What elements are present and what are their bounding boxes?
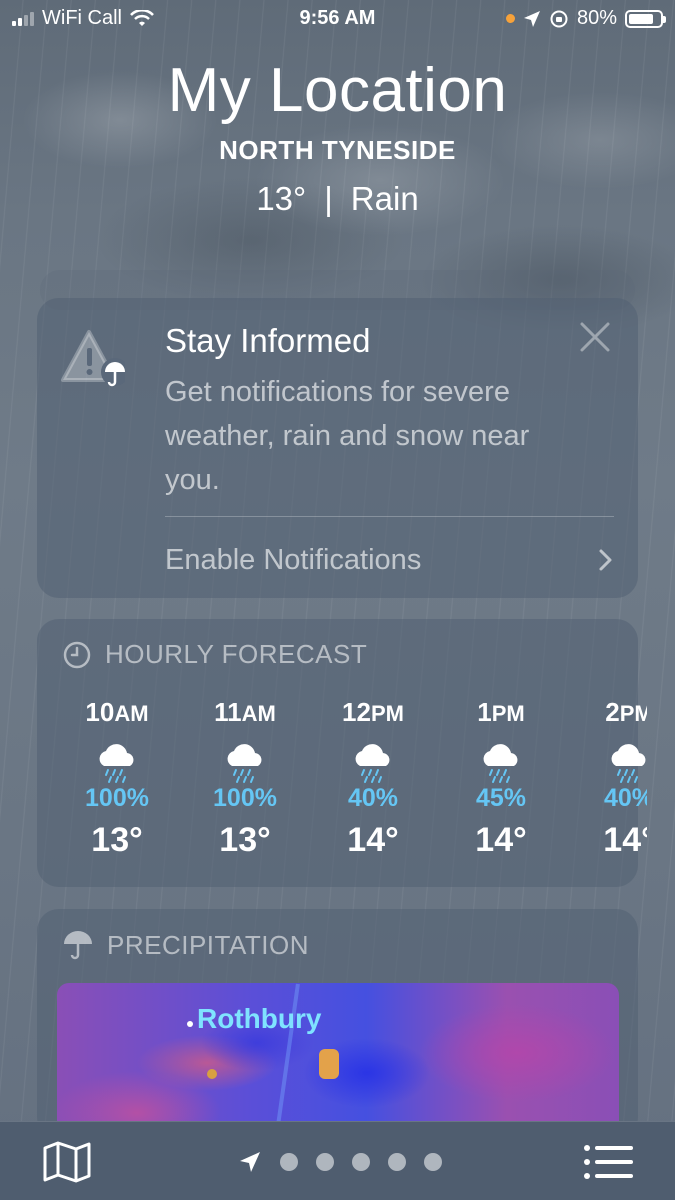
current-condition: Rain — [350, 180, 419, 217]
hour-time: 11AM — [185, 697, 305, 728]
page-dot[interactable] — [280, 1153, 298, 1171]
map-place-name: Rothbury — [197, 1003, 322, 1034]
hour-suffix: AM — [241, 701, 276, 726]
hourly-item: 10AM 100% 13° — [57, 697, 177, 860]
current-location-arrow-icon — [240, 1152, 260, 1172]
hourly-item: 1PM 45% 14° — [441, 697, 561, 860]
location-subtitle: NORTH TYNESIDE — [219, 135, 456, 165]
precipitation-map[interactable]: Rothbury — [57, 983, 619, 1139]
list-icon[interactable] — [583, 1142, 635, 1182]
hourly-forecast-title: HOURLY FORECAST — [105, 639, 368, 669]
battery-percent: 80% — [576, 7, 617, 29]
hour-time: 1PM — [441, 697, 561, 728]
warning-umbrella-icon — [61, 330, 125, 387]
hourly-forecast-header: HOURLY FORECAST — [63, 639, 367, 670]
hour-time: 12PM — [313, 697, 433, 728]
rain-cloud-icon — [611, 744, 646, 783]
status-right: 80% — [505, 7, 666, 30]
hour-temperature: 14° — [603, 821, 647, 859]
hour-number: 11 — [214, 697, 242, 727]
hour-time: 10AM — [57, 697, 177, 728]
hourly-item: 2PM 40% 14° — [569, 697, 647, 860]
clock-icon — [63, 641, 91, 668]
location-arrow-icon — [523, 10, 540, 27]
hour-temperature: 13° — [91, 821, 143, 859]
enable-notifications-button[interactable]: Enable Notifications — [165, 540, 614, 580]
hour-number: 2 — [605, 697, 620, 727]
hour-number: 12 — [342, 697, 371, 727]
hour-temperature: 13° — [219, 821, 271, 859]
status-bar: WiFi Call 9:56 AM 80% — [0, 0, 675, 40]
rain-chance: 40% — [347, 784, 399, 812]
current-separator: | — [324, 180, 333, 217]
bottom-toolbar — [0, 1121, 675, 1200]
umbrella-icon — [64, 931, 92, 960]
rain-cloud-icon — [355, 744, 390, 783]
rotation-lock-icon — [550, 10, 568, 27]
hourly-scroller[interactable]: 10AM 100% 13° 11AM 100% 13° 12PM 40% 14° 1PM 45% 14… — [57, 697, 647, 877]
current-conditions: 13° | Rain — [0, 180, 675, 218]
rain-chance: 100% — [213, 784, 277, 812]
stay-informed-title: Stay Informed — [165, 322, 371, 359]
precipitation-header: PRECIPITATION — [63, 929, 309, 961]
mic-indicator-icon — [505, 14, 515, 23]
hour-time: 2PM — [569, 697, 647, 728]
precipitation-card: PRECIPITATION Rothbury — [37, 909, 638, 1139]
hour-suffix: PM — [619, 701, 647, 726]
rain-cloud-icon — [99, 744, 134, 783]
map-icon[interactable] — [42, 1140, 92, 1184]
stay-informed-body: Get notifications for severe weather, ra… — [165, 376, 530, 496]
hour-temperature: 14° — [347, 821, 399, 859]
rain-cloud-icon — [227, 744, 262, 783]
hour-suffix: PM — [491, 701, 525, 726]
close-icon[interactable] — [578, 320, 612, 354]
hour-number: 1 — [477, 697, 492, 727]
heavy-rain-cell — [319, 1049, 339, 1079]
page-dot[interactable] — [352, 1153, 370, 1171]
divider — [165, 516, 614, 517]
precipitation-title: PRECIPITATION — [107, 929, 309, 960]
page-dot[interactable] — [388, 1153, 406, 1171]
hour-temperature: 14° — [475, 821, 527, 859]
rain-cloud-icon — [483, 744, 518, 783]
battery-icon — [625, 9, 666, 28]
hour-number: 10 — [85, 697, 115, 727]
location-title: My Location — [167, 56, 508, 125]
hour-suffix: PM — [370, 701, 404, 726]
weather-header: My Location NORTH TYNESIDE 13° | Rain — [0, 55, 675, 218]
place-dot — [187, 1021, 193, 1027]
stay-informed-card: Stay Informed Get notifications for seve… — [37, 298, 638, 598]
page-dot[interactable] — [316, 1153, 334, 1171]
rain-chance: 100% — [85, 784, 149, 812]
enable-notifications-label: Enable Notifications — [165, 543, 422, 576]
hourly-item: 11AM 100% 13° — [185, 697, 305, 860]
map-place-label: Rothbury — [187, 1003, 321, 1035]
rain-chance: 45% — [475, 784, 527, 812]
page-indicator[interactable] — [238, 1150, 442, 1174]
battery-fill — [629, 13, 653, 24]
chevron-right-icon — [599, 549, 612, 571]
page-dot[interactable] — [424, 1153, 442, 1171]
hourly-item: 12PM 40% 14° — [313, 697, 433, 860]
current-temperature: 13° — [256, 180, 307, 217]
hour-suffix: AM — [114, 701, 149, 726]
heavy-rain-cell — [207, 1069, 217, 1079]
hourly-forecast-card: HOURLY FORECAST 10AM 100% 13° 11AM 100% 13° 12… — [37, 619, 647, 887]
rain-chance: 40% — [603, 784, 647, 812]
